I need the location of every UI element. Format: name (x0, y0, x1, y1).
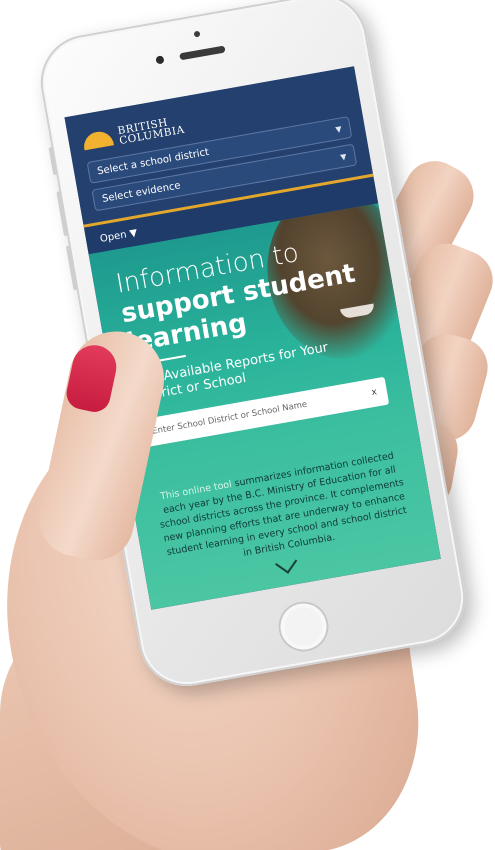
clear-search-button[interactable]: x (371, 387, 378, 398)
stage: BRITISH COLUMBIA Select a school distric… (0, 0, 495, 850)
chevron-down-icon: ▼ (334, 123, 343, 134)
chevron-down-icon: ▼ (339, 151, 348, 162)
description-body: summarizes information collected each ye… (159, 450, 408, 559)
bc-logo-text: BRITISH COLUMBIA (117, 115, 186, 147)
evidence-select-value: Select evidence (101, 179, 182, 205)
bc-sun-icon (82, 129, 114, 150)
